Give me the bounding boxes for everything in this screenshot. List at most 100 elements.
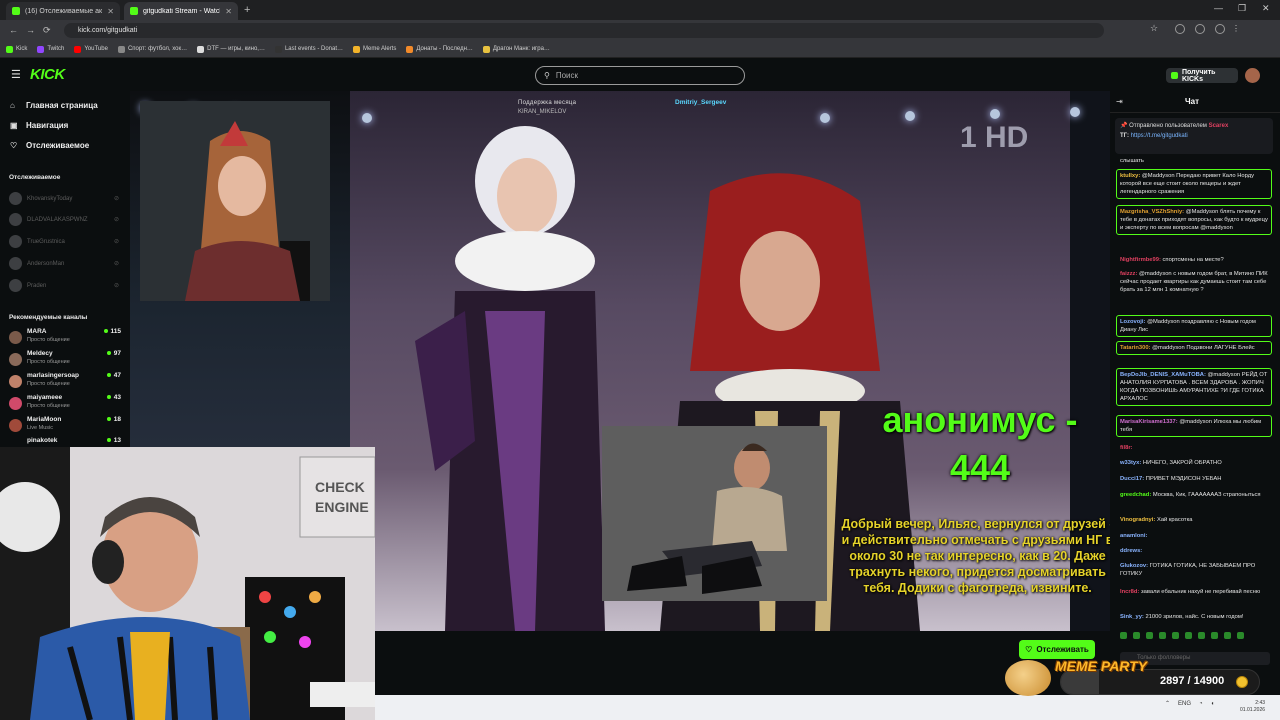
nav-home[interactable]: ⌂ Главная страница xyxy=(10,101,98,110)
pinned-link[interactable]: https://t.me/gitgudkati xyxy=(1131,133,1188,139)
chat-username[interactable]: BepDoJlb_DENIS_XAMuTOBA: xyxy=(1120,372,1206,378)
close-icon[interactable]: ✕ xyxy=(225,7,232,16)
twitch-icon xyxy=(37,45,45,53)
menu-hamburger-icon[interactable]: ☰ xyxy=(11,68,21,81)
emote-icon[interactable] xyxy=(1133,632,1140,639)
forward-icon[interactable]: → xyxy=(26,25,35,35)
chat-message: Nightfirmbe99: спортсмены на месте? xyxy=(1120,256,1272,264)
following-channel[interactable]: TrueGrustnica ⊘ xyxy=(9,235,119,248)
kick-logo[interactable]: KICK xyxy=(30,66,65,83)
emote-icon[interactable] xyxy=(1185,632,1192,639)
following-channel[interactable]: Praden ⊘ xyxy=(9,279,119,292)
profile-icon[interactable] xyxy=(1215,24,1225,34)
emote-icon[interactable] xyxy=(1146,632,1153,639)
volume-icon[interactable]: ◖ xyxy=(1211,701,1215,707)
chat-username[interactable]: Mazgrisha_VSZhShniy: xyxy=(1120,209,1184,215)
bookmark-twitch[interactable]: Twitch xyxy=(37,45,64,53)
chat-username[interactable]: MarisaKirisame1337: xyxy=(1120,419,1178,425)
chat-username[interactable]: Ducci17: xyxy=(1120,476,1144,482)
chat-username[interactable]: Glukozov: xyxy=(1120,563,1148,569)
wifi-icon[interactable]: ◔ xyxy=(1199,701,1203,707)
chat-message: Glukozov: ГОТИКА ГОТИКА, НЕ ЗАБЫВАЕМ ПРО… xyxy=(1120,562,1272,578)
address-bar-row: ← → ⟳ kick.com/gitgudkati ☆ ⋮ xyxy=(0,20,1280,41)
offline-icon: ⊘ xyxy=(113,217,119,223)
chat-username[interactable]: Nightfirmbe99: xyxy=(1120,257,1161,263)
bookmark-meme-alerts[interactable]: Meme Alerts xyxy=(353,45,396,53)
chat-username[interactable]: Incr8d: xyxy=(1120,589,1139,595)
close-window-button[interactable]: ✕ xyxy=(1262,3,1270,14)
language-indicator[interactable]: ENG xyxy=(1178,701,1191,707)
back-icon[interactable]: ← xyxy=(9,25,18,35)
following-channel[interactable]: KhovanskyToday ⊘ xyxy=(9,192,119,205)
following-channel[interactable]: DLADVALAKASPWNZ ⊘ xyxy=(9,213,119,226)
bookmark-sport[interactable]: Спорт: футбол, хок… xyxy=(117,45,187,53)
chat-username[interactable]: Sink_yy: xyxy=(1120,614,1144,620)
viewer-count-value: 115 xyxy=(110,328,122,335)
search-icon: ⚲ xyxy=(544,71,550,80)
nav-label: Отслеживаемое xyxy=(26,141,90,150)
browser-tab-stream[interactable]: gitgudkati Stream - Watch … ✕ xyxy=(124,2,238,20)
nav-following[interactable]: ♡ Отслеживаемое xyxy=(10,141,89,150)
bookmark-dragon[interactable]: Драгон Манк: игра… xyxy=(482,45,550,53)
chat-username[interactable]: ddrews: xyxy=(1120,548,1142,554)
recommended-channel[interactable]: MariaMoon Live Music 18 xyxy=(9,416,121,438)
emote-icon[interactable] xyxy=(1159,632,1166,639)
bookmark-kick[interactable]: Kick xyxy=(6,45,27,53)
chat-username[interactable]: Vinogradnyi: xyxy=(1120,517,1155,523)
chat-username[interactable]: greedchad: xyxy=(1120,492,1151,498)
viewer-count: 47 xyxy=(106,372,121,379)
chat-text: @maddyson с новым годом брат, в Митино П… xyxy=(1120,271,1268,293)
recommended-channel[interactable]: maiyameee Просто общение 43 xyxy=(9,394,121,416)
recommended-channel[interactable]: MARA Просто общение 115 xyxy=(9,328,121,350)
chrome-menu-icon[interactable]: ⋮ xyxy=(1232,24,1240,33)
recommended-channel[interactable]: marlasingersoap Просто общение 47 xyxy=(9,372,121,394)
channel-category: Live Music xyxy=(27,425,53,431)
chat-username[interactable]: Tatarin300: xyxy=(1120,345,1151,351)
channel-name: MariaMoon xyxy=(27,416,62,423)
bookmark-donat[interactable]: Last events - Donat… xyxy=(274,45,343,53)
bookmark-star-icon[interactable]: ☆ xyxy=(1150,23,1160,33)
url-field[interactable]: kick.com/gitgudkati xyxy=(64,23,1104,38)
chat-username[interactable]: w33tyx: xyxy=(1120,460,1141,466)
get-kicks-button[interactable]: Получить KICKs xyxy=(1166,68,1238,83)
bookmark-donaty[interactable]: Донаты - Последн… xyxy=(406,45,473,53)
chat-username[interactable]: Lozovoji: xyxy=(1120,319,1145,325)
bookmark-dtf[interactable]: DTF — игры, кино,… xyxy=(197,45,265,53)
chat-username[interactable]: ktullxy: xyxy=(1120,173,1140,179)
host-webcam: CHECK ENGINE xyxy=(0,447,375,720)
bookmark-youtube[interactable]: YouTube xyxy=(74,45,108,53)
windows-taskbar xyxy=(375,695,1280,720)
search-input[interactable]: ⚲ Поиск xyxy=(535,66,745,85)
recommended-channel[interactable]: pinakotek 13 xyxy=(9,437,121,447)
recommended-channel[interactable]: Meldecy Просто общение 97 xyxy=(9,350,121,372)
emote-icon[interactable] xyxy=(1237,632,1244,639)
following-channel[interactable]: AndersonMan ⊘ xyxy=(9,257,119,270)
chat-username[interactable]: faizzz: xyxy=(1120,271,1137,277)
extensions-icon[interactable] xyxy=(1175,24,1185,34)
new-tab-button[interactable]: + xyxy=(244,4,250,16)
string-light-icon xyxy=(820,113,830,123)
download-icon[interactable] xyxy=(1195,24,1205,34)
emote-icon[interactable] xyxy=(1172,632,1179,639)
streamer-webcam xyxy=(140,101,330,301)
user-avatar[interactable] xyxy=(1245,68,1260,83)
minimize-button[interactable]: — xyxy=(1214,3,1223,13)
emote-icon[interactable] xyxy=(1211,632,1218,639)
reload-icon[interactable]: ⟳ xyxy=(43,25,51,36)
maximize-button[interactable]: ❐ xyxy=(1238,3,1246,14)
browser-tab-following[interactable]: (16) Отслеживаемые активн… ✕ xyxy=(6,2,120,20)
viewer-count: 43 xyxy=(106,394,121,401)
chat-message: Sink_yy: 21000 зрилов, найс. С новым год… xyxy=(1120,613,1272,621)
chevron-up-icon[interactable]: ⌃ xyxy=(1165,700,1170,707)
nav-browse[interactable]: ▣ Навигация xyxy=(10,121,68,130)
chat-username[interactable]: anamloni: xyxy=(1120,533,1147,539)
emote-icon[interactable] xyxy=(1198,632,1205,639)
close-icon[interactable]: ✕ xyxy=(107,7,114,16)
pinned-message[interactable]: 📌 Отправлено пользователем Scarex ТГ: ht… xyxy=(1115,118,1273,154)
emote-icon[interactable] xyxy=(1224,632,1231,639)
follow-button[interactable]: ♡ Отслеживать xyxy=(1019,640,1095,659)
collapse-chat-icon[interactable]: ⇥ xyxy=(1116,97,1123,106)
chat-username[interactable]: fil8r: xyxy=(1120,445,1133,451)
clock[interactable]: 2:43 01.01.2026 xyxy=(1240,700,1265,714)
emote-icon[interactable] xyxy=(1120,632,1127,639)
